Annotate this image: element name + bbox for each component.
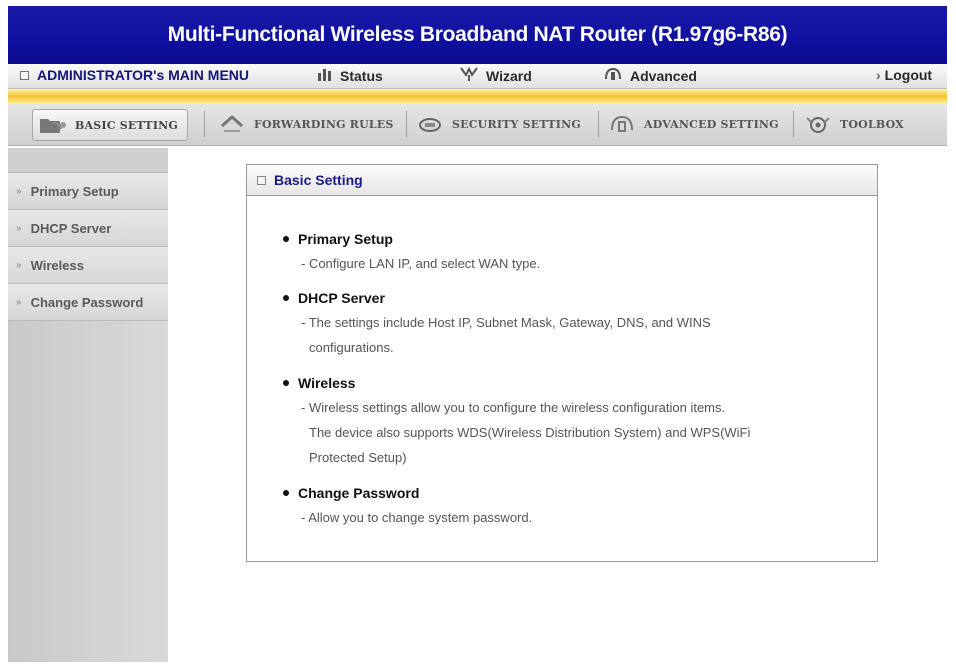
sidebar-item-label: Wireless (30, 257, 84, 273)
admin-main-menu-link[interactable]: ADMINISTRATOR's MAIN MENU (20, 67, 249, 83)
section-dhcp-server: DHCP Server - The settings include Host … (283, 290, 863, 360)
tab-toolbox[interactable]: TOOLBOX (804, 109, 904, 139)
toolbox-icon (804, 114, 832, 134)
section-title: Change Password (283, 485, 863, 501)
gold-stripe (8, 89, 947, 103)
section-title-text: Change Password (298, 485, 420, 501)
tab-separator (793, 111, 794, 137)
description-line: The device also supports WDS(Wireless Di… (309, 425, 751, 440)
tab-forwarding-rules-label: FORWARDING RULES (254, 117, 394, 131)
advanced-icon (604, 67, 622, 84)
sidebar-item-primary-setup[interactable]: » Primary Setup (8, 173, 168, 210)
wizard-menu-link[interactable]: Wizard (460, 66, 532, 84)
advanced-menu-link[interactable]: Advanced (604, 67, 697, 84)
app-title: Multi-Functional Wireless Broadband NAT … (167, 23, 788, 46)
bullet-dot-icon (283, 236, 289, 242)
sidebar-item-label: Change Password (30, 294, 144, 310)
tab-separator (204, 111, 205, 137)
lock-icon (416, 114, 444, 134)
admin-main-menu-label: ADMINISTRATOR's MAIN MENU (37, 67, 250, 83)
logout-link[interactable]: › Logout (876, 67, 932, 83)
bullet-dot-icon (283, 380, 289, 386)
description-line: Protected Setup) (309, 450, 407, 465)
panel-title: Basic Setting (274, 172, 363, 188)
section-title-text: Wireless (298, 375, 356, 391)
tab-security-setting[interactable]: SECURITY SETTING (416, 109, 581, 139)
section-description: - Configure LAN IP, and select WAN type. (301, 251, 863, 276)
section-description: - Allow you to change system password. (301, 505, 863, 530)
panel-header: Basic Setting (247, 165, 877, 196)
tab-forwarding-rules[interactable]: FORWARDING RULES (218, 109, 394, 139)
main-menu-bar: ADMINISTRATOR's MAIN MENU Status Wizard … (8, 64, 947, 89)
logout-arrow-icon: › (876, 67, 881, 83)
tab-advanced-setting-label: ADVANCED SETTING (644, 117, 779, 131)
sidebar-item-dhcp-server[interactable]: » DHCP Server (8, 210, 168, 247)
sidebar-item-label: DHCP Server (30, 220, 112, 236)
bullet-dot-icon (283, 490, 289, 496)
tab-basic-setting-label: BASIC SETTING (75, 118, 179, 132)
section-description: - Wireless settings allow you to configu… (301, 395, 863, 470)
folder-icon (39, 115, 67, 135)
advanced-menu-label: Advanced (630, 67, 697, 84)
logout-label: Logout (884, 67, 933, 83)
settings-tab-bar: BASIC SETTING FORWARDING RULES SECURITY … (8, 103, 947, 146)
gear-icon (608, 114, 636, 134)
wizard-menu-label: Wizard (486, 67, 532, 84)
description-line: - The settings include Host IP, Subnet M… (301, 315, 711, 330)
wizard-icon (460, 66, 478, 84)
tab-security-setting-label: SECURITY SETTING (452, 117, 581, 131)
basic-setting-panel: Basic Setting Primary Setup - Configure … (246, 164, 878, 562)
arrows-icon (218, 114, 246, 134)
bullet-icon: » (16, 185, 22, 197)
tab-toolbox-label: TOOLBOX (840, 117, 904, 131)
section-change-password: Change Password - Allow you to change sy… (283, 485, 863, 530)
sidebar-item-label: Primary Setup (30, 183, 119, 199)
section-title: Primary Setup (283, 231, 863, 247)
tab-advanced-setting[interactable]: ADVANCED SETTING (608, 109, 779, 139)
bullet-icon: » (16, 296, 22, 308)
square-bullet-icon (257, 175, 266, 185)
bullet-dot-icon (283, 295, 289, 301)
status-menu-label: Status (340, 67, 383, 84)
status-menu-link[interactable]: Status (316, 67, 383, 84)
section-title: Wireless (283, 375, 863, 391)
tab-separator (406, 111, 407, 137)
status-icon (316, 67, 332, 84)
section-wireless: Wireless - Wireless settings allow you t… (283, 375, 863, 470)
section-description: - The settings include Host IP, Subnet M… (301, 310, 863, 360)
sidebar-item-wireless[interactable]: » Wireless (8, 247, 168, 284)
section-primary-setup: Primary Setup - Configure LAN IP, and se… (283, 231, 863, 276)
tab-separator (598, 111, 599, 137)
section-title-text: DHCP Server (298, 290, 385, 306)
tab-basic-setting[interactable]: BASIC SETTING (32, 109, 189, 141)
bullet-icon: » (16, 222, 22, 234)
sidebar: » Primary Setup » DHCP Server » Wireless… (8, 148, 168, 662)
description-line: configurations. (309, 340, 394, 355)
bullet-icon: » (16, 259, 22, 271)
description-line: - Wireless settings allow you to configu… (301, 400, 726, 415)
description-line: - Configure LAN IP, and select WAN type. (301, 256, 541, 271)
sidebar-spacer (8, 148, 168, 173)
section-title: DHCP Server (283, 290, 863, 306)
app-title-bar: Multi-Functional Wireless Broadband NAT … (8, 6, 947, 64)
description-line: - Allow you to change system password. (301, 510, 533, 525)
section-title-text: Primary Setup (298, 231, 393, 247)
square-bullet-icon (20, 70, 29, 80)
sidebar-item-change-password[interactable]: » Change Password (8, 284, 168, 321)
